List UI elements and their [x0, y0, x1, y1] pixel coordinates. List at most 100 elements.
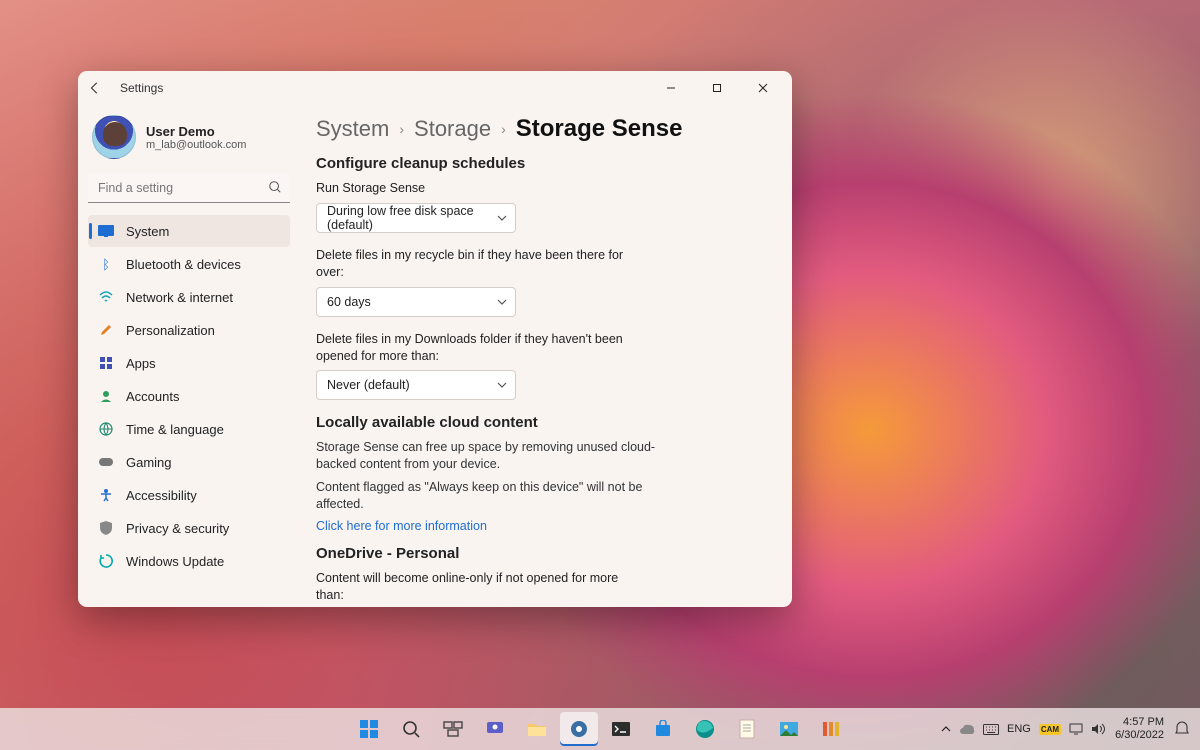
chevron-right-icon: ›	[399, 121, 404, 137]
app-title: Settings	[120, 81, 163, 95]
taskbar-app-terminal[interactable]	[602, 712, 640, 746]
shield-icon	[98, 520, 114, 536]
run-storage-sense-label: Run Storage Sense	[316, 180, 646, 197]
sidebar-item-windowsupdate[interactable]: Windows Update	[88, 545, 290, 577]
sidebar-item-time[interactable]: Time & language	[88, 413, 290, 445]
sidebar-item-label: Accessibility	[126, 488, 197, 503]
section-configure-title: Configure cleanup schedules	[316, 155, 770, 172]
settings-window: Settings User Demo m_lab@outlook.com	[78, 71, 792, 607]
search-input[interactable]	[88, 173, 290, 203]
sidebar-item-accessibility[interactable]: Accessibility	[88, 479, 290, 511]
person-icon	[98, 388, 114, 404]
titlebar: Settings	[78, 71, 792, 105]
tray-language[interactable]: ENG	[1007, 723, 1031, 735]
taskbar-center	[350, 712, 850, 746]
sidebar-item-label: Gaming	[126, 455, 172, 470]
gaming-icon	[98, 454, 114, 470]
paintbrush-icon	[98, 322, 114, 338]
tray-date: 6/30/2022	[1115, 729, 1164, 742]
breadcrumb: System › Storage › Storage Sense	[316, 115, 770, 143]
tray-chevron-icon[interactable]	[941, 724, 951, 734]
dropdown-value: During low free disk space (default)	[327, 204, 497, 232]
windows-icon	[359, 719, 379, 739]
chevron-right-icon: ›	[501, 121, 506, 137]
maximize-button[interactable]	[694, 73, 740, 103]
taskbar-app-photos[interactable]	[770, 712, 808, 746]
minimize-icon	[666, 83, 676, 93]
sidebar-item-label: Bluetooth & devices	[126, 257, 241, 272]
sidebar-item-label: Accounts	[126, 389, 179, 404]
avatar	[92, 115, 136, 159]
sidebar-item-label: System	[126, 224, 169, 239]
tray-onedrive-icon[interactable]	[959, 723, 975, 735]
sidebar-item-network[interactable]: Network & internet	[88, 281, 290, 313]
tray-keyboard-icon[interactable]	[983, 724, 999, 735]
sidebar-item-gaming[interactable]: Gaming	[88, 446, 290, 478]
chevron-down-icon	[497, 297, 507, 307]
maximize-icon	[712, 83, 722, 93]
sidebar-item-bluetooth[interactable]: ᛒ Bluetooth & devices	[88, 248, 290, 280]
main-content[interactable]: System › Storage › Storage Sense Configu…	[298, 105, 792, 607]
cloud-more-info-link[interactable]: Click here for more information	[316, 519, 770, 533]
store-icon	[654, 720, 672, 738]
system-icon	[98, 223, 114, 239]
profile-name: User Demo	[146, 124, 246, 139]
downloads-label: Delete files in my Downloads folder if t…	[316, 331, 646, 365]
sidebar-item-personalization[interactable]: Personalization	[88, 314, 290, 346]
recycle-bin-dropdown[interactable]: 60 days	[316, 287, 516, 317]
sidebar-item-label: Privacy & security	[126, 521, 229, 536]
section-cloud-title: Locally available cloud content	[316, 414, 770, 431]
sidebar-item-label: Apps	[126, 356, 156, 371]
close-icon	[758, 83, 768, 93]
tray-clock[interactable]: 4:57 PM 6/30/2022	[1115, 716, 1164, 741]
taskbar-app-settings[interactable]	[560, 712, 598, 746]
chat-icon	[485, 719, 505, 739]
globe-icon	[98, 421, 114, 437]
start-button[interactable]	[350, 712, 388, 746]
dropdown-value: Never (default)	[327, 378, 410, 392]
tray-notifications-icon[interactable]	[1174, 721, 1190, 737]
profile-block[interactable]: User Demo m_lab@outlook.com	[88, 111, 290, 169]
search-field[interactable]	[88, 173, 290, 203]
run-storage-sense-dropdown[interactable]: During low free disk space (default)	[316, 203, 516, 233]
sidebar-item-privacy[interactable]: Privacy & security	[88, 512, 290, 544]
search-icon	[268, 180, 282, 194]
terminal-icon	[611, 721, 631, 737]
desktop-wallpaper: Settings User Demo m_lab@outlook.com	[0, 0, 1200, 750]
downloads-dropdown[interactable]: Never (default)	[316, 370, 516, 400]
tray-network-icon[interactable]	[1069, 723, 1083, 735]
taskbar-app-store[interactable]	[644, 712, 682, 746]
tray-cam-icon[interactable]: CAM	[1039, 724, 1061, 735]
taskbar-app-notepad[interactable]	[728, 712, 766, 746]
onedrive-label: Content will become online-only if not o…	[316, 570, 646, 604]
task-view-icon	[443, 721, 463, 737]
tray-volume-icon[interactable]	[1091, 723, 1105, 735]
sidebar-item-label: Network & internet	[126, 290, 233, 305]
sidebar-item-label: Personalization	[126, 323, 215, 338]
breadcrumb-system[interactable]: System	[316, 116, 389, 142]
tray-time: 4:57 PM	[1115, 716, 1164, 729]
bluetooth-icon: ᛒ	[98, 256, 114, 272]
taskbar-search[interactable]	[392, 712, 430, 746]
gear-icon	[569, 719, 589, 739]
breadcrumb-storage[interactable]: Storage	[414, 116, 491, 142]
nav-list: System ᛒ Bluetooth & devices Network & i…	[88, 215, 290, 577]
profile-email: m_lab@outlook.com	[146, 139, 246, 151]
breadcrumb-current: Storage Sense	[516, 115, 683, 143]
taskbar-app-generic[interactable]	[812, 712, 850, 746]
wifi-icon	[98, 289, 114, 305]
taskbar-app-explorer[interactable]	[518, 712, 556, 746]
sidebar-item-apps[interactable]: Apps	[88, 347, 290, 379]
minimize-button[interactable]	[648, 73, 694, 103]
taskbar-app-edge[interactable]	[686, 712, 724, 746]
back-button[interactable]	[88, 81, 112, 95]
notepad-icon	[739, 719, 755, 739]
close-button[interactable]	[740, 73, 786, 103]
task-view-button[interactable]	[434, 712, 472, 746]
photos-icon	[779, 721, 799, 737]
sidebar-item-accounts[interactable]: Accounts	[88, 380, 290, 412]
cloud-description-1: Storage Sense can free up space by remov…	[316, 439, 656, 473]
taskbar-app-chat[interactable]	[476, 712, 514, 746]
chevron-down-icon	[497, 380, 507, 390]
sidebar-item-system[interactable]: System	[88, 215, 290, 247]
